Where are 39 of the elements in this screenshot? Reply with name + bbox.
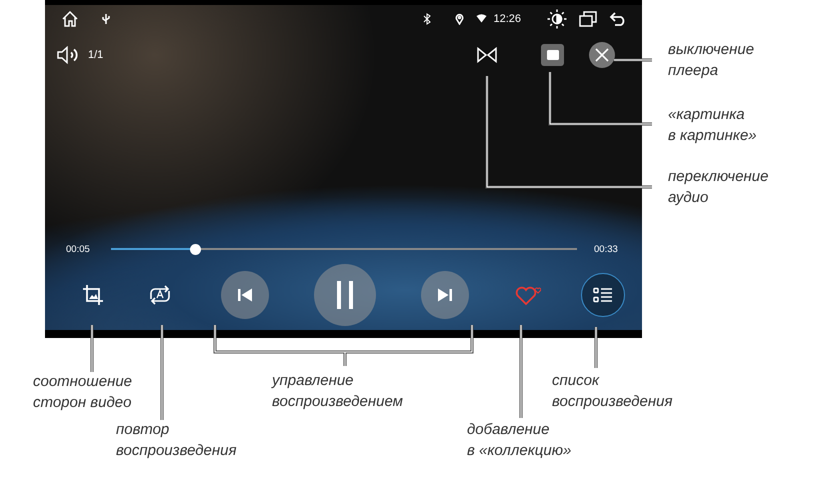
callout-label: список воспроизведения xyxy=(552,371,673,412)
previous-button[interactable] xyxy=(221,271,269,319)
callout-label: выключение плеера xyxy=(668,40,754,81)
playlist-button[interactable] xyxy=(581,273,625,317)
callout-label: соотношение сторон видео xyxy=(33,372,132,413)
home-icon[interactable] xyxy=(61,10,79,28)
seek-thumb[interactable] xyxy=(190,244,201,254)
usb-icon xyxy=(101,12,111,24)
total-time: 00:33 xyxy=(594,244,619,254)
elapsed-time: 00:05 xyxy=(66,244,91,254)
skip-previous-icon xyxy=(238,288,252,302)
leader-line xyxy=(614,58,652,62)
bluetooth-icon xyxy=(423,12,432,24)
repeat-icon[interactable] xyxy=(147,283,173,307)
list-icon xyxy=(593,287,613,303)
window-icon xyxy=(546,50,558,60)
back-icon[interactable] xyxy=(609,12,627,26)
callout-label: добавление в «коллекцию» xyxy=(467,420,572,461)
skip-next-icon xyxy=(438,288,452,302)
clock-time: 12:26 xyxy=(493,12,521,24)
leader-line xyxy=(594,326,598,368)
brightness-icon[interactable] xyxy=(547,8,567,28)
leader-line xyxy=(90,324,94,372)
track-counter: 1/1 xyxy=(88,48,104,60)
callout-label: повтор воспроизведения xyxy=(116,420,237,461)
pause-icon xyxy=(337,281,353,309)
crop-icon[interactable] xyxy=(82,284,104,306)
close-button[interactable] xyxy=(589,42,615,68)
callout-label: переключение аудио xyxy=(668,167,768,208)
audio-switch-icon[interactable] xyxy=(477,46,497,62)
close-icon xyxy=(595,48,609,62)
next-button[interactable] xyxy=(421,271,469,319)
location-icon xyxy=(455,12,464,24)
seek-bar[interactable] xyxy=(111,244,577,254)
callout-label: управление воспроизведением xyxy=(272,371,403,412)
windows-icon[interactable] xyxy=(579,10,597,26)
picture-in-picture-button[interactable] xyxy=(541,44,564,66)
callout-label: «картинка в картинке» xyxy=(668,105,757,146)
wifi-icon xyxy=(476,14,488,23)
